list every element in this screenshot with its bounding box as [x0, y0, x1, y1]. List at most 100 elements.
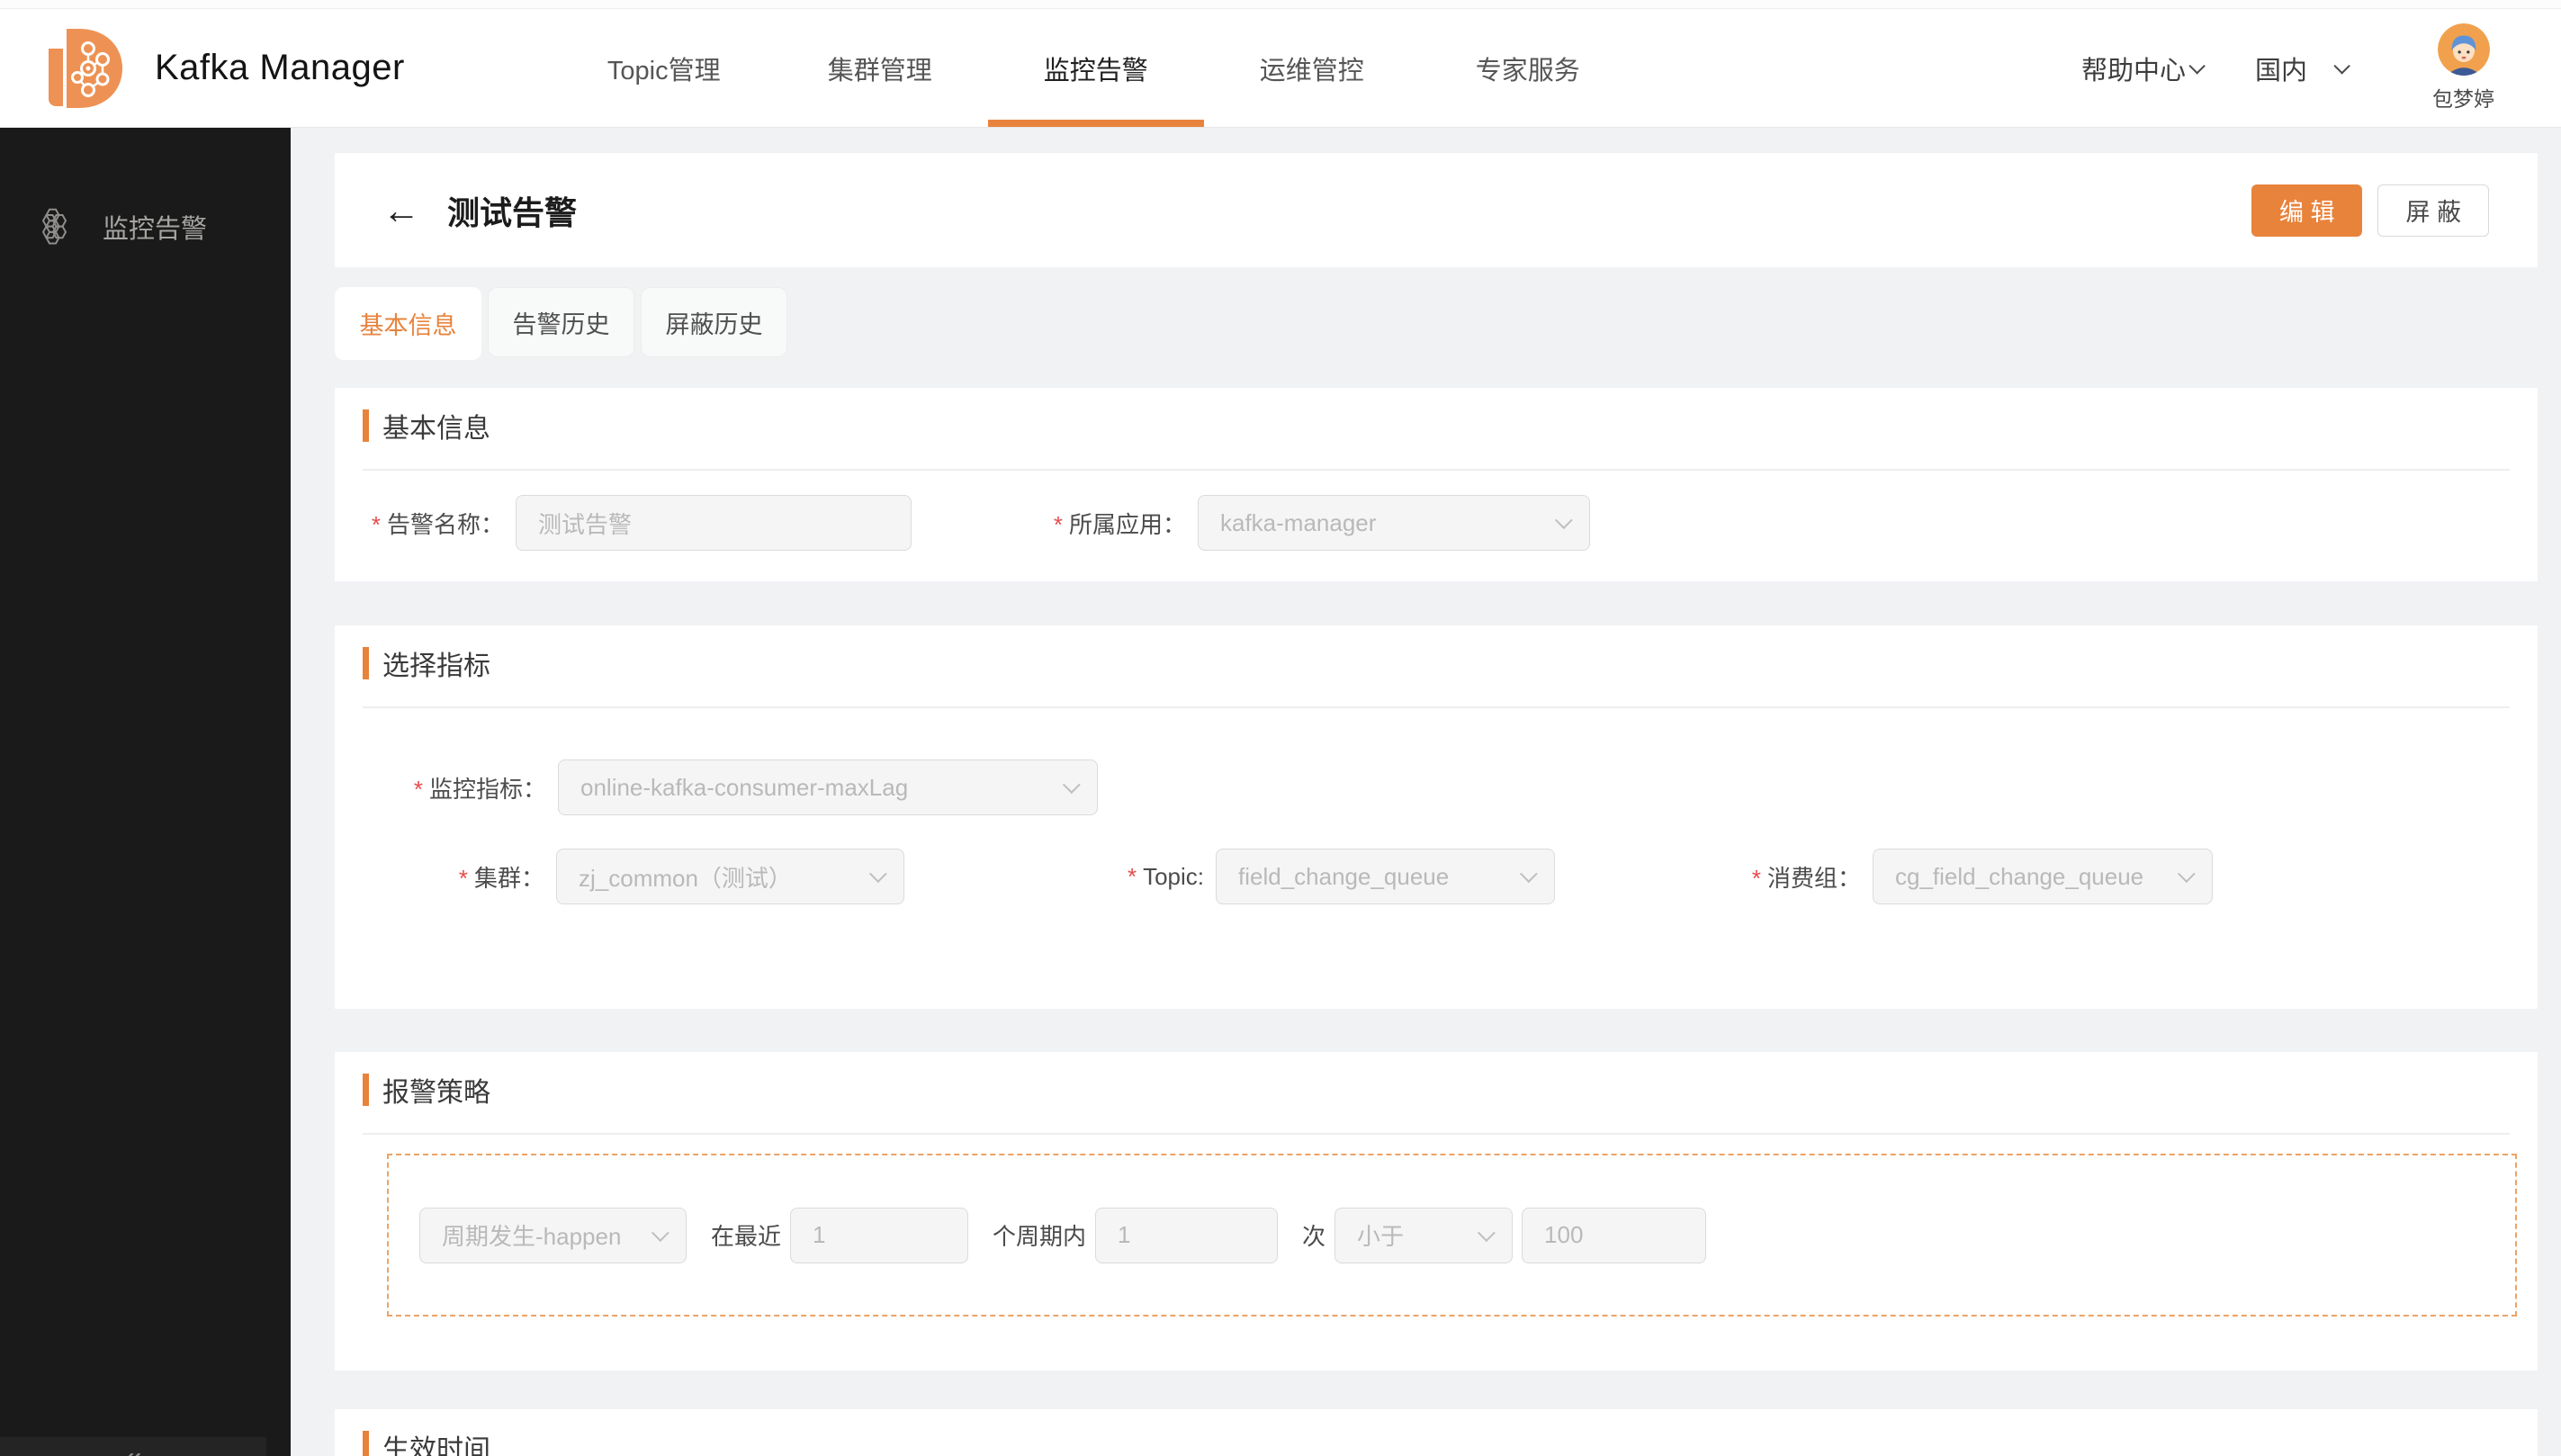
nav-item-topic-mgmt[interactable]: Topic管理 — [556, 9, 772, 127]
recent-text: 在最近 — [711, 1223, 782, 1250]
required-marker: * — [413, 775, 423, 803]
monitor-metric-select[interactable]: online-kafka-consumer-maxLag — [558, 759, 1098, 815]
period-type-select[interactable]: 周期发生-happen — [419, 1207, 687, 1263]
tab-label: 基本信息 — [359, 312, 457, 339]
topic-label: * Topic: — [1127, 862, 1204, 890]
nav-item-label: 集群管理 — [827, 56, 932, 85]
topic-select[interactable]: field_change_queue — [1216, 849, 1555, 904]
help-center-label: 帮助中心 — [2080, 56, 2186, 85]
section-title-text: 生效时间 — [382, 1435, 490, 1456]
section-divider — [363, 706, 2510, 708]
page-header-card: ← 测试告警 编 辑 屏 蔽 — [335, 153, 2538, 267]
section-divider — [363, 1133, 2510, 1135]
chevron-down-icon — [1062, 776, 1081, 795]
section-basic-info: 基本信息 * 告警名称： 测试告警 * 所属应用： kafka-manager — [335, 388, 2538, 581]
main-content: ← 测试告警 编 辑 屏 蔽 基本信息 告警历史 屏蔽历史 基本信息 * 告警名称… — [291, 128, 2561, 1456]
top-edge — [0, 0, 2561, 9]
chevron-down-icon — [1477, 1223, 1496, 1242]
alarm-name-label: * 告警名称： — [371, 510, 504, 538]
back-button[interactable]: ← — [382, 191, 420, 229]
user-avatar[interactable] — [2437, 23, 2490, 76]
section-title: 选择指标 — [363, 625, 2538, 683]
collapse-icon: « — [125, 1441, 142, 1456]
username: 包梦婷 — [2432, 87, 2494, 111]
section-title-bar — [363, 647, 369, 679]
consumer-group-select[interactable]: cg_field_change_queue — [1873, 849, 2213, 904]
header-actions: 编 辑 屏 蔽 — [2251, 184, 2489, 237]
nav-item-label: 专家服务 — [1475, 56, 1580, 85]
section-alert-strategy: 报警策略 周期发生-happen 在最近 1 个周期内 1 次 小于 100 — [335, 1052, 2538, 1371]
strategy-rule-box: 周期发生-happen 在最近 1 个周期内 1 次 小于 100 — [387, 1154, 2517, 1317]
topbar-right: 帮助中心 国内 包梦婷 — [2081, 23, 2494, 112]
help-center-menu[interactable]: 帮助中心 — [2080, 49, 2206, 87]
brand: Kafka Manager — [38, 22, 405, 115]
nav-item-expert-service[interactable]: 专家服务 — [1420, 9, 1636, 127]
edit-button[interactable]: 编 辑 — [2251, 184, 2363, 237]
sidebar-item-monitor-alert[interactable]: 监控告警 — [0, 207, 291, 247]
alarm-name-input[interactable]: 测试告警 — [516, 495, 912, 551]
section-title: 基本信息 — [363, 388, 2538, 445]
tab-label: 屏蔽历史 — [665, 310, 763, 338]
monitor-metric-label: * 监控指标： — [413, 775, 546, 803]
app-select[interactable]: kafka-manager — [1198, 495, 1590, 551]
times-text: 次 — [1302, 1223, 1326, 1250]
honeycomb-icon — [41, 208, 67, 245]
sidebar: 监控告警 « — [0, 128, 291, 1456]
tab-basic-info[interactable]: 基本信息 — [335, 287, 481, 360]
cycles-count-input[interactable]: 1 — [790, 1207, 969, 1263]
nav-item-ops-mgmt[interactable]: 运维管控 — [1204, 9, 1420, 127]
operator-select[interactable]: 小于 — [1334, 1207, 1514, 1263]
section-title-bar — [363, 1431, 369, 1456]
app-label: * 所属应用： — [1053, 510, 1186, 538]
nav-item-label: 监控告警 — [1043, 56, 1148, 85]
chevron-down-icon — [1519, 865, 1538, 884]
tab-bar: 基本信息 告警历史 屏蔽历史 — [335, 287, 2561, 360]
chevron-down-icon — [651, 1223, 669, 1242]
times-count-input[interactable]: 1 — [1095, 1207, 1279, 1263]
nav-item-label: 运维管控 — [1259, 56, 1364, 85]
screen: Kafka Manager Topic管理 集群管理 监控告警 运维管控 专家服… — [0, 0, 2561, 1456]
page-title: 测试告警 — [447, 193, 578, 231]
section-title-bar — [363, 1074, 369, 1106]
user-block[interactable]: 包梦婷 — [2432, 23, 2494, 112]
section-title: 报警策略 — [363, 1052, 2538, 1110]
section-title-bar — [363, 409, 369, 442]
region-menu[interactable]: 国内 — [2254, 49, 2350, 87]
section-title-text: 选择指标 — [382, 652, 490, 681]
chevron-down-icon — [1554, 511, 1573, 530]
nav-item-label: Topic管理 — [607, 56, 721, 85]
chevron-down-icon — [2188, 58, 2206, 75]
region-label: 国内 — [2254, 56, 2307, 85]
required-marker: * — [1751, 864, 1761, 892]
nav-item-monitor-alert[interactable]: 监控告警 — [987, 9, 1204, 127]
cycles-text: 个周期内 — [993, 1223, 1087, 1250]
tab-alert-history[interactable]: 告警历史 — [488, 287, 634, 357]
chevron-down-icon — [868, 865, 887, 884]
tab-label: 告警历史 — [512, 310, 610, 338]
kafka-manager-logo-icon — [49, 28, 122, 108]
required-marker: * — [1127, 862, 1137, 890]
brand-title: Kafka Manager — [155, 48, 405, 87]
tab-block-history[interactable]: 屏蔽历史 — [641, 287, 787, 357]
required-marker: * — [1053, 510, 1063, 538]
section-select-metric: 选择指标 * 监控指标： online-kafka-consumer-maxLag… — [335, 625, 2538, 1009]
section-title-text: 基本信息 — [382, 414, 490, 444]
chevron-down-icon — [2333, 58, 2350, 75]
topbar: Kafka Manager Topic管理 集群管理 监控告警 运维管控 专家服… — [0, 9, 2561, 128]
consumer-group-label: * 消费组： — [1751, 864, 1861, 892]
section-title: 生效时间 — [363, 1409, 2538, 1456]
section-effective-time: 生效时间 — [335, 1409, 2538, 1456]
nav-item-cluster-mgmt[interactable]: 集群管理 — [772, 9, 988, 127]
required-marker: * — [371, 510, 381, 538]
chevron-down-icon — [2177, 865, 2196, 884]
sidebar-collapse-button[interactable]: « — [0, 1437, 266, 1456]
cluster-label: * 集群： — [458, 864, 544, 892]
main-nav: Topic管理 集群管理 监控告警 运维管控 专家服务 — [556, 9, 1636, 127]
threshold-input[interactable]: 100 — [1522, 1207, 1707, 1263]
section-divider — [363, 469, 2510, 471]
block-button[interactable]: 屏 蔽 — [2377, 184, 2489, 237]
cluster-select[interactable]: zj_common（测试） — [556, 849, 904, 904]
required-marker: * — [458, 864, 468, 892]
section-title-text: 报警策略 — [382, 1078, 490, 1108]
sidebar-item-label: 监控告警 — [103, 215, 208, 244]
